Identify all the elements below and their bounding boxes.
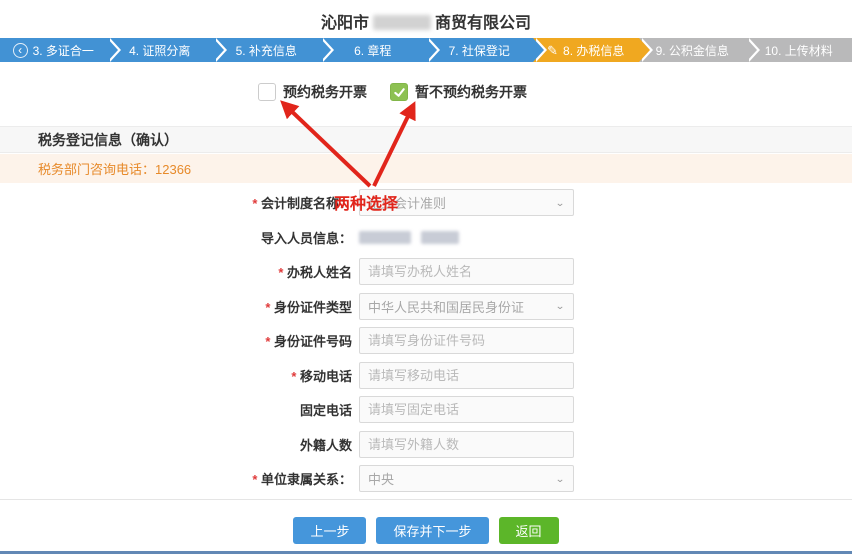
unit-affiliation-select[interactable]: 中央 ⌄ (359, 465, 574, 492)
step-label: 6. 章程 (354, 42, 391, 59)
step-label: 5. 补充信息 (236, 42, 297, 59)
form-row-landline-phone-input: 固定电话 (0, 396, 852, 423)
required-asterisk: * (252, 472, 261, 487)
section-title: 税务登记信息（确认） (38, 130, 178, 150)
chevron-down-icon: ⌄ (555, 474, 565, 484)
field-control (359, 396, 574, 423)
step-label: 9. 公积金信息 (656, 42, 729, 59)
select-value: 中华人民共和国居民身份证 (368, 297, 524, 316)
field-control (359, 362, 574, 389)
step-item-6[interactable]: 6. 章程 (320, 38, 427, 62)
step-item-4[interactable]: 4. 证照分离 (107, 38, 214, 62)
invoice-option-no-reserve[interactable]: 暂不预约税务开票 (390, 82, 527, 102)
prev-step-button[interactable]: 上一步 (293, 517, 366, 544)
registration-wizard-page: 沁阳市 商贸有限公司 ‹ 3. 多证合一 4. 证照分离 5. 补充信息 6. 章程 7. … (0, 0, 852, 559)
required-asterisk: * (265, 334, 274, 349)
redacted-company-name (373, 15, 431, 30)
step-item-5[interactable]: 5. 补充信息 (213, 38, 320, 62)
annotation-text: 两种选择 (334, 190, 398, 214)
footer-button-row: 上一步 保存并下一步 返回 (0, 517, 852, 544)
form-row-id-type-select: * 身份证件类型中华人民共和国居民身份证 ⌄ (0, 293, 852, 320)
step-bar: ‹ 3. 多证合一 4. 证照分离 5. 补充信息 6. 章程 7. 社保登记 ✎ 8. 办税… (0, 38, 852, 62)
form-row-unit-affiliation-select: * 单位隶属关系： 中央 ⌄ (0, 465, 852, 492)
checkbox-label: 预约税务开票 (283, 82, 367, 102)
save-next-button[interactable]: 保存并下一步 (376, 517, 488, 544)
step-item-7[interactable]: 7. 社保登记 (426, 38, 533, 62)
step-label: 4. 证照分离 (129, 42, 190, 59)
field-control (359, 224, 574, 251)
section-header: 税务登记信息（确认） (0, 126, 852, 153)
invoice-option-reserve[interactable]: 预约税务开票 (258, 82, 367, 102)
field-label: 外籍人数 (0, 435, 352, 454)
step-label: 3. 多证合一 (33, 42, 94, 59)
form-row-mobile-phone-input: * 移动电话 (0, 362, 852, 389)
company-name-prefix: 沁阳市 (321, 15, 369, 32)
required-asterisk: * (265, 300, 274, 315)
id-type-select[interactable]: 中华人民共和国居民身份证 ⌄ (359, 293, 574, 320)
step-back-icon: ‹ (13, 43, 28, 58)
form-row-id-number-input: * 身份证件号码 (0, 327, 852, 354)
company-name-suffix: 商贸有限公司 (435, 15, 531, 32)
step-item-3[interactable]: ‹ 3. 多证合一 (0, 38, 107, 62)
field-control (359, 431, 574, 458)
field-label: * 移动电话 (0, 366, 352, 385)
redacted-person-name (359, 231, 411, 244)
bottom-accent-bar (0, 551, 852, 554)
tax-agent-name-input[interactable] (359, 258, 574, 285)
chevron-down-icon: ⌄ (555, 301, 565, 311)
step-item-8[interactable]: ✎ 8. 办税信息 (533, 38, 640, 62)
step-label: 10. 上传材料 (765, 42, 833, 59)
step-label: 7. 社保登记 (449, 42, 510, 59)
field-control: 中央 ⌄ (359, 465, 574, 492)
foreign-staff-count-input[interactable] (359, 431, 574, 458)
notice-text: 税务部门咨询电话：12366 (38, 159, 191, 178)
landline-phone-input[interactable] (359, 396, 574, 423)
field-label: 导入人员信息： (0, 228, 352, 247)
required-asterisk: * (278, 265, 287, 280)
redacted-person-id (421, 231, 459, 244)
select-value: 中央 (368, 469, 394, 488)
field-label: * 办税人姓名 (0, 262, 352, 281)
checkbox-reserve-invoicing[interactable] (258, 83, 276, 101)
field-label: * 会计制度名称： (0, 193, 352, 212)
form-row-tax-agent-name-input: * 办税人姓名 (0, 258, 852, 285)
form-row-imported-person-info: 导入人员信息： (0, 224, 852, 251)
required-asterisk: * (291, 369, 300, 384)
checkmark-icon (393, 86, 406, 99)
id-number-input[interactable] (359, 327, 574, 354)
field-control: 中华人民共和国居民身份证 ⌄ (359, 293, 574, 320)
field-label: 固定电话 (0, 400, 352, 419)
form-row-foreign-staff-count-input: 外籍人数 (0, 431, 852, 458)
field-label: * 身份证件类型 (0, 297, 352, 316)
step-label: 8. 办税信息 (563, 42, 624, 59)
invoice-option-row: 预约税务开票 暂不预约税务开票 (258, 82, 527, 102)
return-button[interactable]: 返回 (499, 517, 559, 544)
tax-form: * 会计制度名称：企业会计准则⌄ 导入人员信息： * 办税人姓名 * 身份证件类型中华… (0, 189, 852, 492)
chevron-down-icon: ⌄ (555, 198, 565, 208)
form-row-accounting-system-select: * 会计制度名称：企业会计准则⌄ (0, 189, 852, 216)
step-item-10[interactable]: 10. 上传材料 (746, 38, 852, 62)
field-control (359, 258, 574, 285)
tax-hotline-notice: 税务部门咨询电话：12366 (0, 154, 852, 183)
checkbox-label: 暂不预约税务开票 (415, 82, 527, 102)
field-label: * 单位隶属关系： (0, 469, 352, 488)
checkbox-no-reserve-invoicing[interactable] (390, 83, 408, 101)
mobile-phone-input[interactable] (359, 362, 574, 389)
required-asterisk: * (252, 196, 261, 211)
form-divider (0, 499, 852, 500)
field-label: * 身份证件号码 (0, 331, 352, 350)
field-control (359, 327, 574, 354)
page-title: 沁阳市 商贸有限公司 (0, 9, 852, 33)
pencil-icon: ✎ (547, 44, 558, 57)
step-item-9[interactable]: 9. 公积金信息 (639, 38, 746, 62)
